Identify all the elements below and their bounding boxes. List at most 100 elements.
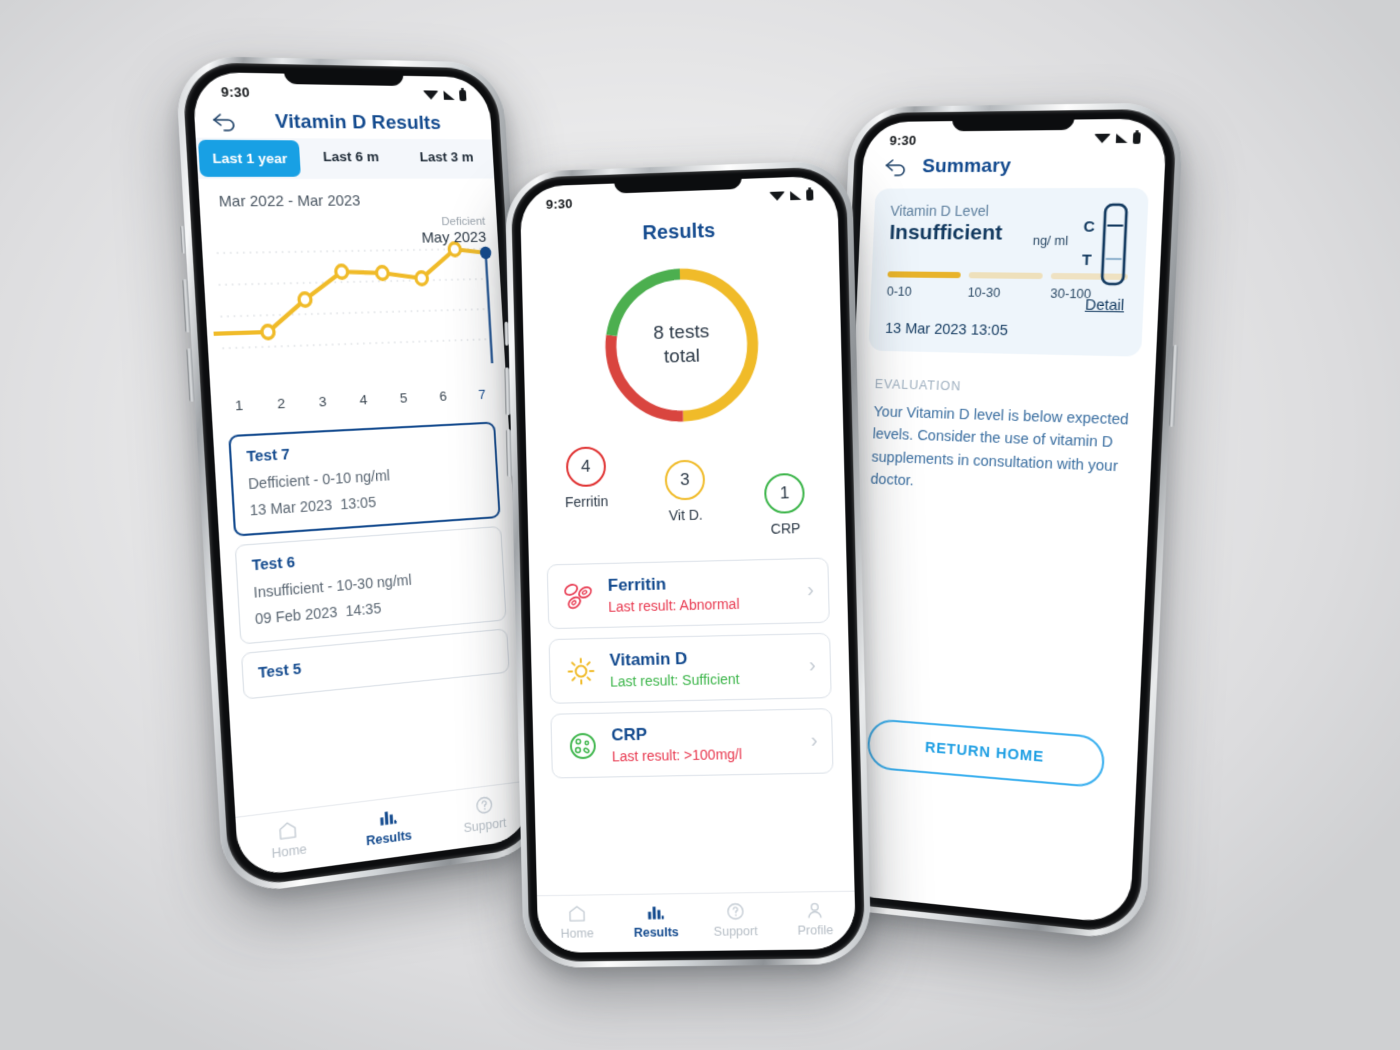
back-arrow-icon[interactable] xyxy=(211,112,238,131)
result-card-sub: Last result: >100mg/l xyxy=(611,746,743,765)
bar-chart-icon xyxy=(648,907,665,921)
nav-label: Results xyxy=(633,925,679,940)
nav-item-results[interactable]: Results xyxy=(338,801,438,852)
volume-down-button[interactable] xyxy=(505,429,512,477)
test-card-date: 09 Feb 2023 xyxy=(254,603,338,628)
evaluation-heading: EVALUATION xyxy=(874,376,962,394)
person-icon xyxy=(804,900,827,920)
counter-value: 1 xyxy=(764,472,806,514)
result-card-crp[interactable]: CRP Last result: >100mg/l › xyxy=(550,708,834,779)
status-time: 9:30 xyxy=(220,83,251,101)
phone-center: 9:30 Results 8 tests total 4 Ferritin 3 … xyxy=(504,159,872,969)
wifi-icon xyxy=(769,191,786,201)
page-title: Summary xyxy=(921,155,1012,178)
volume-up-button[interactable] xyxy=(504,367,511,416)
nav-item-profile[interactable]: Profile xyxy=(775,900,856,938)
return-home-button[interactable]: RETURN HOME xyxy=(866,718,1106,789)
volume-up-button[interactable] xyxy=(182,279,191,333)
nav-item-home[interactable]: Home xyxy=(236,814,340,866)
tab-last-1-year[interactable]: Last 1 year xyxy=(197,139,302,177)
counter-value: 3 xyxy=(664,459,706,501)
counter-vit-d[interactable]: 3 Vit D. xyxy=(635,459,736,541)
x-tick-3: 3 xyxy=(318,393,328,410)
mute-switch[interactable] xyxy=(504,321,509,346)
scale-label: 10-30 xyxy=(967,285,1001,301)
tab-last-3-m[interactable]: Last 3 m xyxy=(398,139,494,179)
signal-icon xyxy=(790,190,802,201)
nav-item-home[interactable]: Home xyxy=(537,903,617,941)
cassette-t-label: T xyxy=(1082,252,1092,269)
x-tick-6: 6 xyxy=(438,388,448,404)
scale-label: 0-10 xyxy=(886,284,913,299)
chevron-right-icon[interactable]: › xyxy=(807,579,814,602)
tab-last-6-m[interactable]: Last 6 m xyxy=(301,138,401,179)
chart-x-axis: 1 2 3 4 5 6 7 xyxy=(217,386,501,414)
volume-down-button[interactable] xyxy=(186,348,195,402)
chart-annotation: Deficient May 2023 xyxy=(420,215,487,249)
app-header: Vitamin D Results xyxy=(193,99,492,139)
phone-right-screen: 9:30 Summary Vitamin D Level Insufficien… xyxy=(830,118,1168,925)
status-time: 9:30 xyxy=(545,196,573,212)
detail-link[interactable]: Detail xyxy=(1085,297,1125,314)
donut-total-line2: total xyxy=(663,345,701,368)
nav-label: Support xyxy=(713,924,758,939)
x-tick-5: 5 xyxy=(399,390,408,406)
status-time: 9:30 xyxy=(889,132,917,149)
range-tabs: Last 1 year Last 6 m Last 3 m xyxy=(195,137,495,180)
counter-crp[interactable]: 1 CRP xyxy=(734,472,835,538)
tests-donut-chart: 8 tests total xyxy=(522,257,843,433)
counter-label: Vit D. xyxy=(668,506,703,524)
question-circle-icon xyxy=(724,901,747,921)
phone-bezel: 9:30 Results 8 tests total 4 Ferritin 3 … xyxy=(510,166,866,963)
back-arrow-icon[interactable] xyxy=(884,158,909,176)
test-card-datetime: 13 Mar 2023 13:05 xyxy=(249,487,484,519)
counter-value: 4 xyxy=(565,446,606,488)
result-card-body: CRP Last result: >100mg/l xyxy=(611,722,799,765)
page-title: Vitamin D Results xyxy=(274,110,442,135)
nav-label: Support xyxy=(463,815,507,836)
phone-bezel: 9:30 Summary Vitamin D Level Insufficien… xyxy=(821,108,1178,936)
chevron-right-icon[interactable]: › xyxy=(809,654,816,677)
phone-left: 9:30 Vitamin D Results Last 1 year Last … xyxy=(174,55,549,897)
counter-ferritin[interactable]: 4 Ferritin xyxy=(536,445,637,542)
bottom-nav: Home Results xyxy=(536,890,857,953)
test-card-date: 13 Mar 2023 xyxy=(249,496,333,519)
home-icon xyxy=(566,904,588,924)
x-tick-2: 2 xyxy=(276,395,286,412)
chevron-right-icon[interactable]: › xyxy=(811,730,818,753)
donut-total-line1: 8 tests xyxy=(653,321,710,345)
notch xyxy=(283,68,405,87)
test-card-title: Test 5 xyxy=(257,661,302,683)
phone-right: 9:30 Summary Vitamin D Level Insufficien… xyxy=(815,102,1185,943)
question-circle-icon xyxy=(473,794,496,817)
battery-icon xyxy=(459,89,467,102)
x-tick-1: 1 xyxy=(234,397,244,414)
signal-icon xyxy=(443,90,455,100)
test-card-7[interactable]: Test 7 Defficient - 0-10 ng/ml 13 Mar 20… xyxy=(228,421,501,537)
chart-annotation-date: May 2023 xyxy=(421,229,487,248)
power-button[interactable] xyxy=(1168,344,1179,427)
x-tick-7-selected[interactable]: 7 xyxy=(462,386,501,403)
summary-card: Vitamin D Level Insufficient ng/ ml C T … xyxy=(868,187,1149,357)
donut-center-label: 8 tests total xyxy=(597,259,767,430)
result-card-ferritin[interactable]: Ferritin Last result: Abnormal › xyxy=(546,557,830,630)
result-card-vitamin-d[interactable]: Vitamin D Last result: Sufficient › xyxy=(548,632,832,704)
nav-label: Results xyxy=(365,828,413,849)
nav-label: Home xyxy=(271,841,308,862)
test-card-6[interactable]: Test 6 Insufficient - 10-30 ng/ml 09 Feb… xyxy=(234,525,507,645)
nav-item-results[interactable]: Results xyxy=(616,902,696,940)
wifi-icon xyxy=(422,90,440,100)
x-tick-4: 4 xyxy=(359,391,368,408)
status-icons xyxy=(422,89,467,102)
result-card-name: Ferritin xyxy=(607,574,667,595)
nav-item-support[interactable]: Support xyxy=(436,789,532,839)
mute-switch[interactable] xyxy=(180,225,187,254)
evaluation-body: Your Vitamin D level is below expected l… xyxy=(870,404,1129,490)
result-card-sub: Last result: Abnormal xyxy=(608,595,740,615)
date-range-label: Mar 2022 - Mar 2023 xyxy=(218,193,361,211)
nav-item-support[interactable]: Support xyxy=(695,901,776,939)
battery-icon xyxy=(1132,132,1141,144)
phone-center-screen: 9:30 Results 8 tests total 4 Ferritin 3 … xyxy=(519,175,857,953)
sun-icon xyxy=(564,654,598,687)
result-card-name: CRP xyxy=(611,724,648,745)
